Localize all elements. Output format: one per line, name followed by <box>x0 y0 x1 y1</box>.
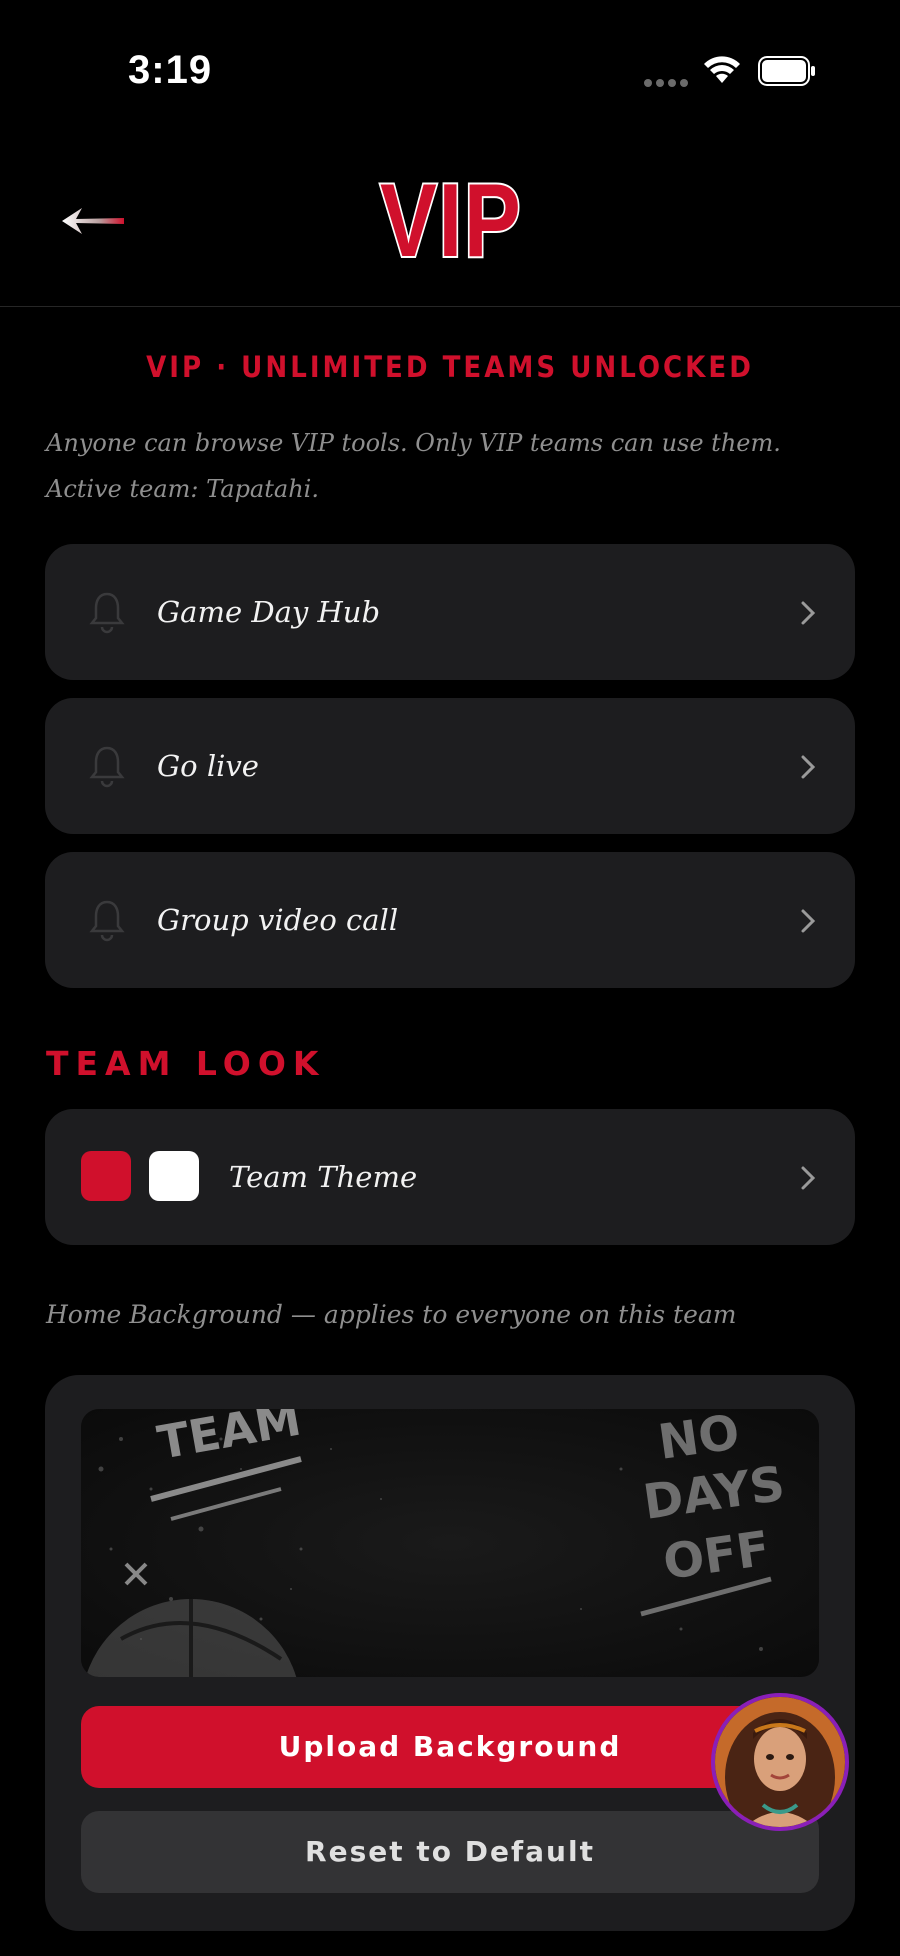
tool-label: Group video call <box>157 903 399 937</box>
chevron-right-icon <box>801 755 816 779</box>
tool-row-go-live[interactable]: Go live <box>45 698 855 834</box>
team-theme-row[interactable]: Team Theme <box>45 1109 855 1245</box>
wifi-icon <box>704 56 740 83</box>
assistant-avatar[interactable] <box>711 1693 849 1831</box>
status-bar: 3:19 <box>0 0 900 140</box>
page-title: VIP <box>378 163 523 279</box>
header: VIP <box>0 140 900 307</box>
status-time: 3:19 <box>128 48 213 92</box>
battery-icon <box>758 56 815 86</box>
bell-icon <box>89 900 125 942</box>
tool-label: Game Day Hub <box>157 595 381 629</box>
home-background-label: Home Background — applies to everyone on… <box>46 1300 737 1329</box>
avatar-portrait <box>715 1697 845 1827</box>
vip-status-banner: VIP · UNLIMITED TEAMS UNLOCKED <box>146 350 754 384</box>
tool-label: Go live <box>157 749 259 783</box>
team-theme-label: Team Theme <box>229 1160 418 1194</box>
upload-background-button[interactable]: Upload Background <box>81 1706 819 1788</box>
section-title-team-look: TEAM LOOK <box>46 1044 326 1083</box>
arrow-left-icon <box>62 208 124 234</box>
background-preview-image: TEAM NO DAYS OFF <box>81 1409 819 1677</box>
back-button[interactable] <box>54 196 130 246</box>
tool-row-group-video-call[interactable]: Group video call <box>45 852 855 988</box>
chevron-right-icon <box>801 909 816 933</box>
tool-row-game-day-hub[interactable]: Game Day Hub <box>45 544 855 680</box>
chevron-right-icon <box>801 1166 816 1190</box>
home-background-card: TEAM NO DAYS OFF Upload Background Reset… <box>45 1375 855 1931</box>
reset-to-default-button[interactable]: Reset to Default <box>81 1811 819 1893</box>
secondary-color-swatch <box>149 1151 199 1201</box>
signal-dots-icon <box>644 79 690 89</box>
primary-color-swatch <box>81 1151 131 1201</box>
bell-icon <box>89 592 125 634</box>
grunge-texture: TEAM NO DAYS OFF <box>81 1409 819 1677</box>
chevron-right-icon <box>801 601 816 625</box>
bell-icon <box>89 746 125 788</box>
intro-text: Anyone can browse VIP tools. Only VIP te… <box>46 429 781 503</box>
